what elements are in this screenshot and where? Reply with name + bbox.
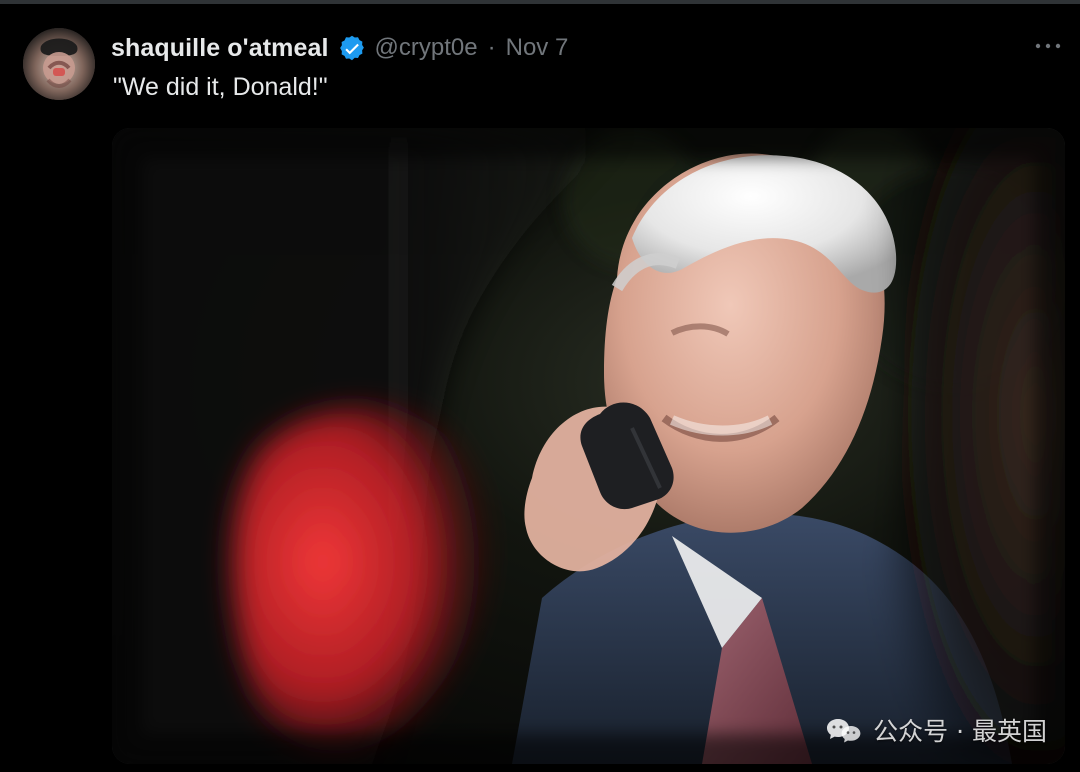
display-name[interactable]: shaquille o'atmeal bbox=[111, 34, 329, 63]
tweet-card[interactable]: shaquille o'atmeal @crypt0e · Nov 7 "We … bbox=[0, 0, 1080, 772]
tweet-media[interactable]: 公众号 · 最英国 bbox=[112, 128, 1065, 764]
media-photo bbox=[112, 128, 1065, 764]
verified-badge-icon bbox=[337, 33, 367, 63]
tweet-date[interactable]: Nov 7 bbox=[506, 34, 569, 62]
more-options-icon[interactable] bbox=[1030, 34, 1066, 58]
tweet-header: shaquille o'atmeal @crypt0e · Nov 7 bbox=[111, 30, 568, 66]
avatar[interactable] bbox=[23, 28, 95, 100]
separator-dot: · bbox=[487, 34, 496, 61]
tweet-text: "We did it, Donald!" bbox=[113, 73, 328, 101]
handle[interactable]: @crypt0e bbox=[375, 34, 478, 62]
